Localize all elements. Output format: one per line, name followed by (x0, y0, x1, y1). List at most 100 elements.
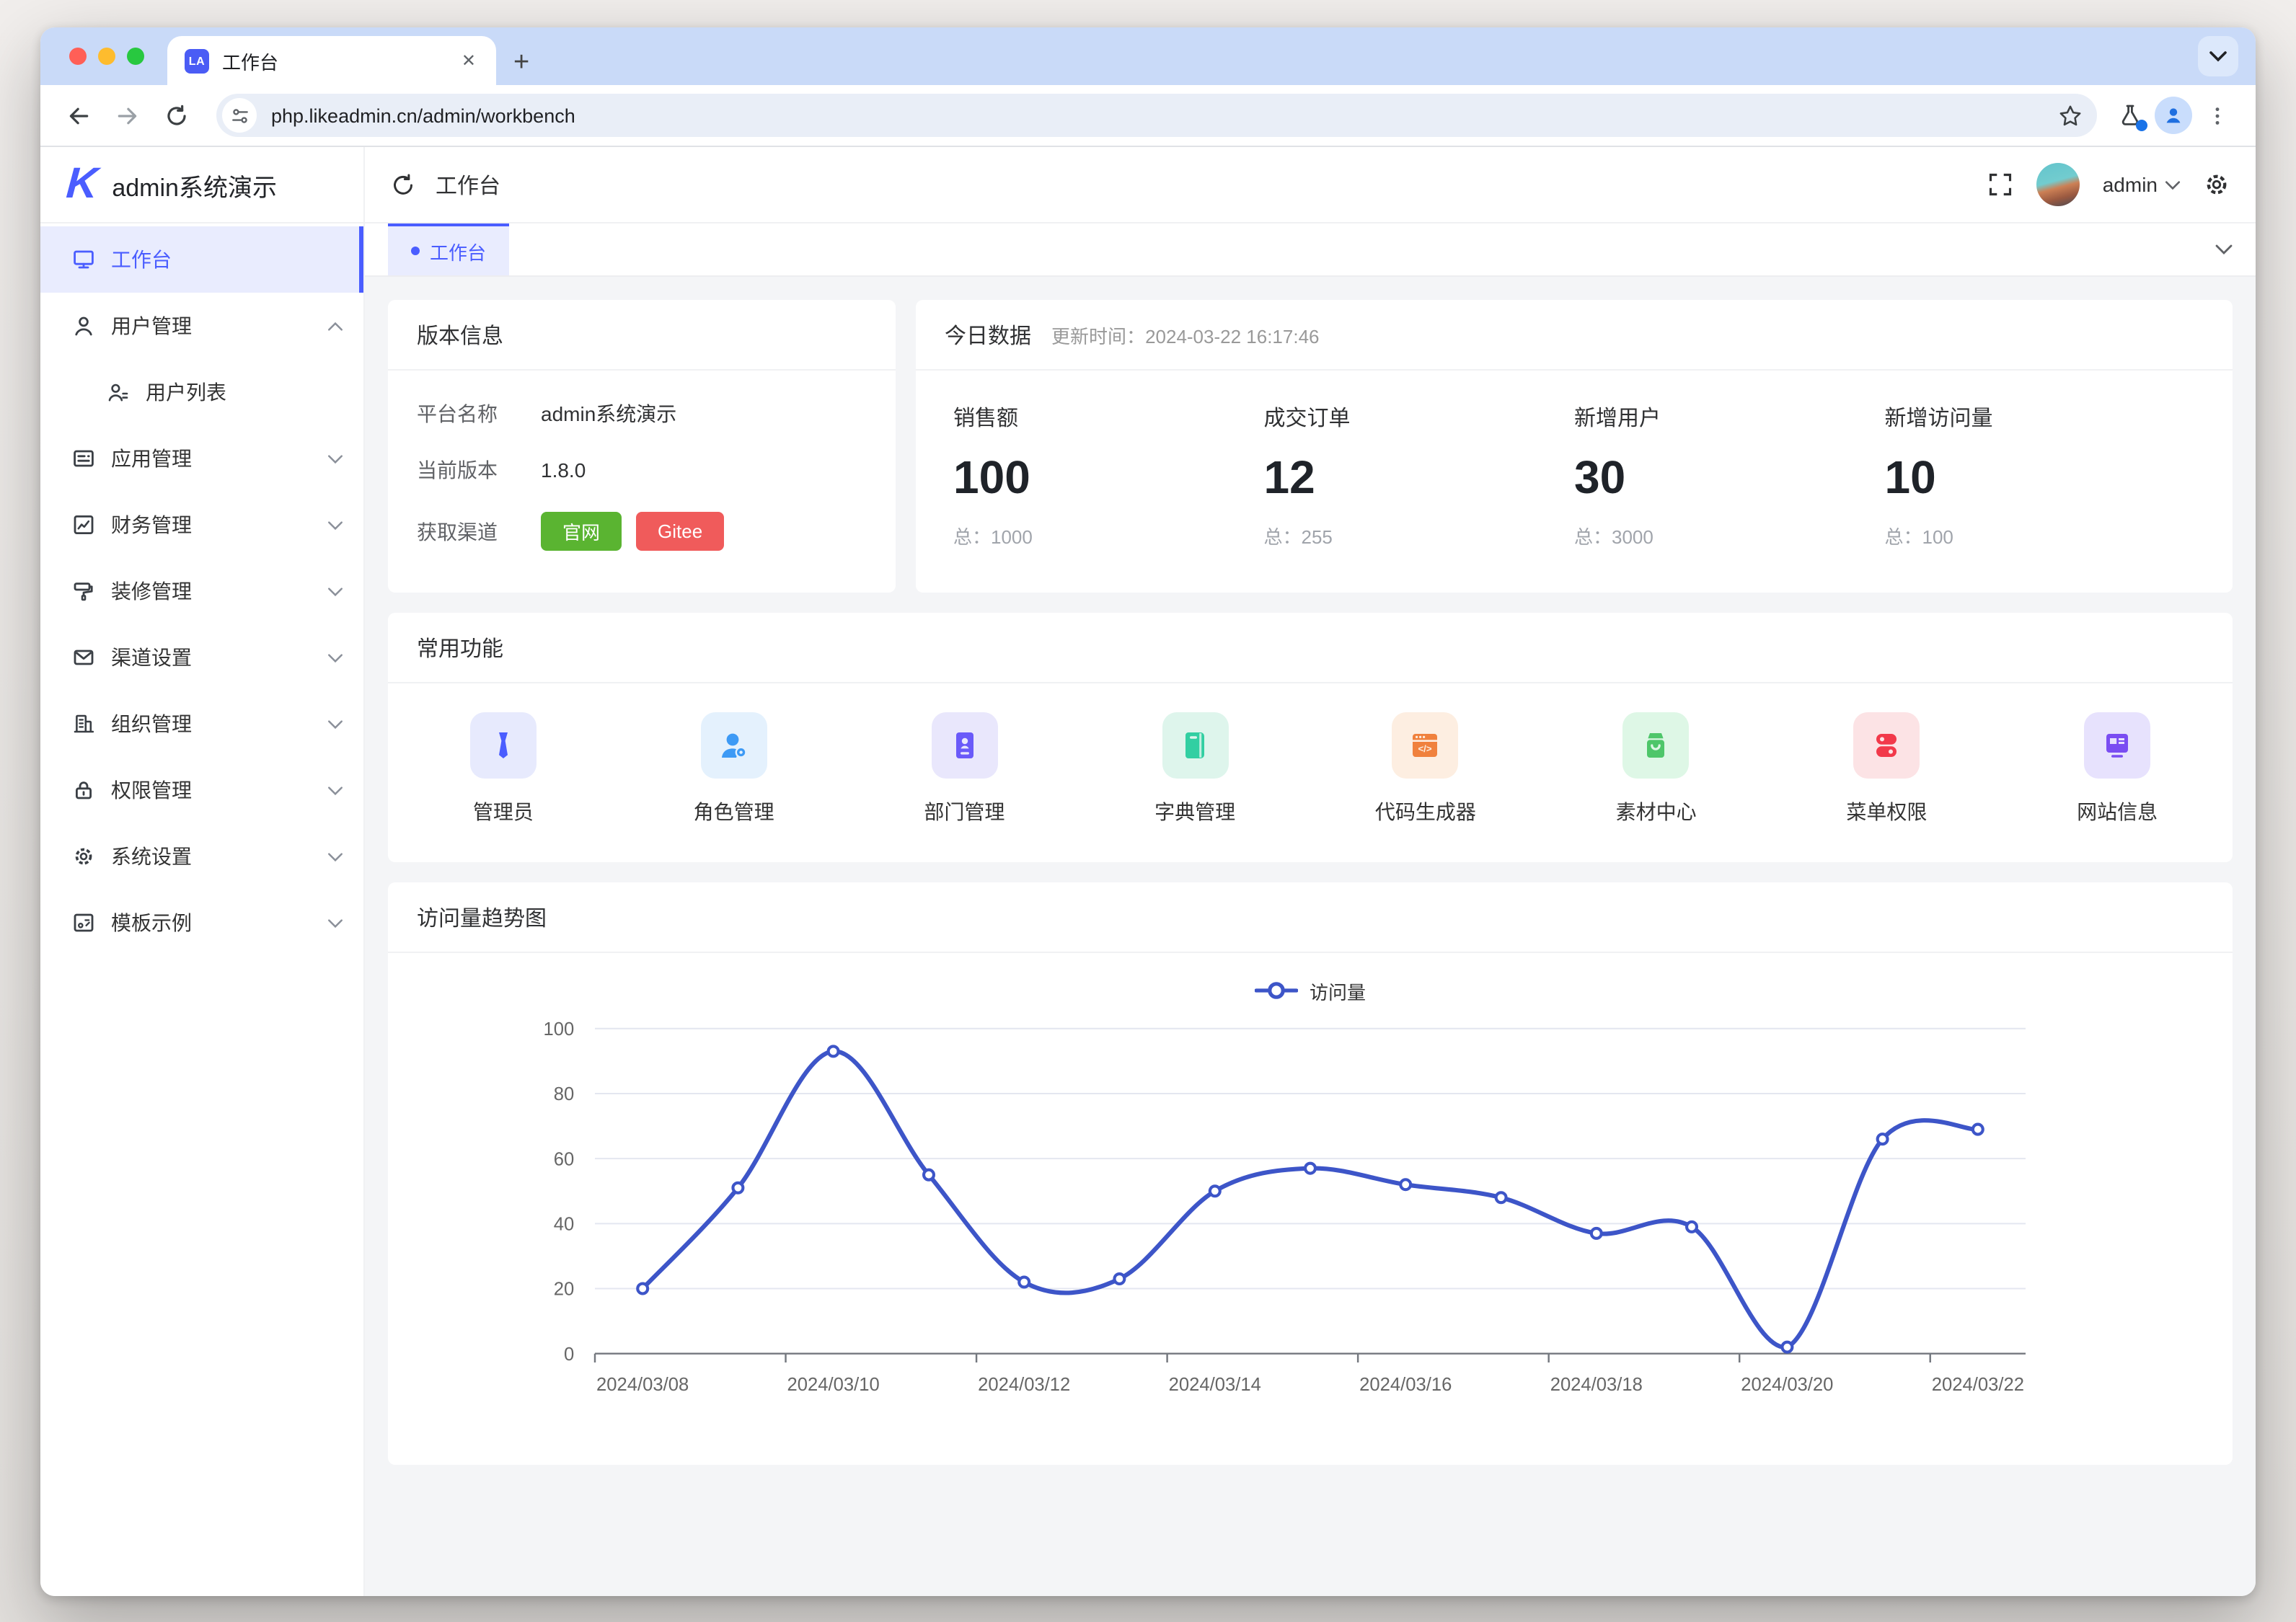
reload-button[interactable] (156, 95, 196, 136)
function-menu-permissions[interactable]: 菜单权限 (1772, 712, 2003, 826)
experiments-button[interactable] (2109, 94, 2152, 137)
browser-tab[interactable]: LA 工作台 ✕ (167, 36, 496, 85)
sidebar-item-finance-management[interactable]: 财务管理 (40, 492, 363, 558)
likeadmin-logo: K (65, 163, 100, 206)
chart-legend[interactable]: 访问量 (388, 976, 2233, 1005)
stat-label: 销售额 (953, 402, 1264, 433)
function-material-center[interactable]: 素材中心 (1541, 712, 1772, 826)
chevron-down-icon (2165, 180, 2181, 190)
window-controls (69, 27, 144, 85)
function-admin[interactable]: 管理员 (388, 712, 619, 826)
user-list-icon (107, 381, 130, 404)
tag-label: 工作台 (430, 237, 486, 265)
legend-line-marker-icon (1255, 982, 1298, 999)
svg-text:2024/03/12: 2024/03/12 (978, 1375, 1070, 1395)
sidebar-item-label: 组织管理 (111, 709, 327, 738)
stat-new-visits: 新增访问量 10 总：100 (1885, 402, 2196, 549)
profile-avatar-icon (2155, 97, 2192, 134)
zoom-window-button[interactable] (127, 48, 144, 65)
update-time-label: 更新时间： (1051, 325, 1145, 347)
card-title: 版本信息 (388, 300, 896, 371)
app-logo-area[interactable]: K admin系统演示 (40, 147, 365, 222)
back-arrow-icon (66, 103, 90, 128)
role-user-gear-icon (701, 712, 767, 779)
stat-total: 总：3000 (1574, 522, 1885, 549)
user-avatar[interactable] (2036, 163, 2080, 206)
svg-text:2024/03/18: 2024/03/18 (1550, 1375, 1643, 1395)
svg-text:20: 20 (554, 1280, 575, 1300)
browser-tab-strip: LA 工作台 ✕ + (40, 27, 2256, 85)
site-monitor-icon (2084, 712, 2150, 779)
tags-more-button[interactable] (2215, 223, 2233, 275)
stat-new-users: 新增用户 30 总：3000 (1574, 402, 1885, 549)
tab-title: 工作台 (222, 47, 456, 74)
function-department-management[interactable]: 部门管理 (849, 712, 1080, 826)
sidebar-item-template-examples[interactable]: 模板示例 (40, 890, 363, 956)
sidebar-item-label: 渠道设置 (111, 643, 327, 672)
tags-bar: 工作台 (365, 223, 2256, 277)
sidebar-item-user-list[interactable]: 用户列表 (40, 359, 363, 425)
finance-chart-icon (72, 513, 95, 536)
address-bar[interactable]: php.likeadmin.cn/admin/workbench (216, 94, 2097, 137)
sidebar-item-workbench[interactable]: 工作台 (40, 226, 363, 293)
svg-text:0: 0 (564, 1344, 574, 1365)
function-code-generator[interactable]: </> 代码生成器 (1310, 712, 1541, 826)
sidebar-item-user-management[interactable]: 用户管理 (40, 293, 363, 359)
site-settings-button[interactable] (222, 98, 257, 133)
building-icon (72, 712, 95, 735)
channel-label: 获取渠道 (417, 517, 541, 546)
paint-roller-icon (72, 580, 95, 603)
tag-workbench[interactable]: 工作台 (388, 223, 509, 275)
function-label: 字典管理 (1154, 797, 1235, 826)
page-refresh-button[interactable] (391, 172, 415, 197)
function-label: 网站信息 (2077, 797, 2158, 826)
settings-button[interactable] (2204, 172, 2230, 198)
browser-profile-button[interactable] (2152, 94, 2195, 137)
today-data-card: 今日数据 更新时间：2024-03-22 16:17:46 销售额 100 总：… (916, 300, 2233, 593)
three-dots-icon (2206, 105, 2227, 126)
sidebar-item-organization-management[interactable]: 组织管理 (40, 691, 363, 757)
bookmark-button[interactable] (2058, 103, 2083, 128)
function-dictionary-management[interactable]: 字典管理 (1079, 712, 1310, 826)
stat-total: 总：1000 (953, 522, 1264, 549)
sidebar-item-decoration-management[interactable]: 装修管理 (40, 558, 363, 624)
version-info-card: 版本信息 平台名称 admin系统演示 当前版本 1.8.0 (388, 300, 896, 593)
close-window-button[interactable] (69, 48, 87, 65)
new-tab-button[interactable]: + (513, 49, 529, 76)
minimize-window-button[interactable] (98, 48, 115, 65)
sidebar: 工作台 用户管理 用户列表 应用管理 财务管 (40, 223, 365, 1596)
stat-value: 10 (1885, 451, 2196, 505)
sidebar-item-permission-management[interactable]: 权限管理 (40, 757, 363, 823)
function-role-management[interactable]: 角色管理 (619, 712, 849, 826)
header-actions: admin (1987, 163, 2230, 206)
svg-text:2024/03/08: 2024/03/08 (596, 1375, 689, 1395)
brand-name: admin系统演示 (112, 167, 277, 203)
star-icon (2058, 103, 2083, 128)
card-title: 访问量趋势图 (388, 882, 2233, 953)
username: admin (2103, 173, 2158, 196)
tab-close-icon[interactable]: ✕ (456, 48, 482, 74)
reload-icon (164, 103, 188, 128)
main-content: 版本信息 平台名称 admin系统演示 当前版本 1.8.0 (365, 277, 2256, 1596)
svg-text:80: 80 (554, 1084, 575, 1104)
update-time-value: 2024-03-22 16:17:46 (1145, 325, 1319, 347)
function-site-info[interactable]: 网站信息 (2002, 712, 2233, 826)
toggles-icon (1853, 712, 1920, 779)
gitee-button[interactable]: Gitee (636, 512, 724, 551)
user-menu[interactable]: admin (2103, 173, 2181, 196)
tab-search-button[interactable] (2198, 36, 2238, 76)
sidebar-item-channel-settings[interactable]: 渠道设置 (40, 624, 363, 691)
chevron-down-icon (2215, 244, 2233, 255)
forward-button[interactable] (107, 95, 147, 136)
official-site-button[interactable]: 官网 (541, 512, 622, 551)
tie-icon (470, 712, 537, 779)
visits-chart: 0204060801002024/03/082024/03/102024/03/… (388, 1005, 2233, 1448)
sidebar-item-label: 用户列表 (146, 378, 343, 407)
sidebar-item-app-management[interactable]: 应用管理 (40, 425, 363, 492)
browser-menu-button[interactable] (2195, 94, 2238, 137)
sidebar-item-system-settings[interactable]: 系统设置 (40, 823, 363, 890)
fullscreen-button[interactable] (1987, 172, 2013, 198)
back-button[interactable] (58, 95, 98, 136)
svg-text:2024/03/20: 2024/03/20 (1741, 1375, 1833, 1395)
stat-value: 12 (1264, 451, 1575, 505)
